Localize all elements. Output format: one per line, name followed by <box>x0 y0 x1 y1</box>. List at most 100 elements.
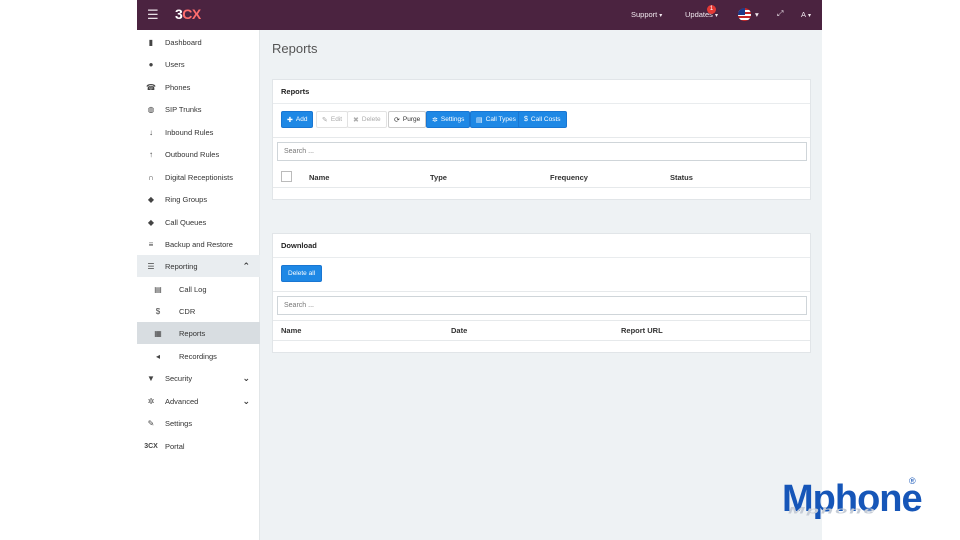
sidebar-item-users[interactable]: ● Users <box>137 53 260 75</box>
column-header-type[interactable]: Type <box>430 173 447 182</box>
divider <box>273 187 810 188</box>
document-icon: ▤ <box>476 116 483 124</box>
refresh-icon: ⟳ <box>394 116 400 124</box>
download-panel-title: Download <box>273 234 810 258</box>
sidebar-item-portal[interactable]: 3CX Portal <box>137 435 260 457</box>
brand-reflection: Mphone <box>788 506 877 516</box>
sidebar-item-call-log[interactable]: ▤ Call Log <box>137 278 260 300</box>
sidebar-item-label: Recordings <box>179 351 217 361</box>
sidebar-item-label: Users <box>165 59 185 69</box>
sidebar-item-reports[interactable]: ▦ Reports <box>137 322 260 344</box>
download-search-input[interactable]: Search ... <box>277 296 807 315</box>
list-icon: ☰ <box>147 261 155 271</box>
sidebar-item-backup-and-restore[interactable]: ≡ Backup and Restore <box>137 233 260 255</box>
sidebar: ▮ Dashboard ● Users ☎ Phones ◍ SIP Trunks ↓ I… <box>137 30 260 540</box>
call-costs-button[interactable]: $ Call Costs <box>518 111 567 128</box>
close-icon: ✖ <box>353 116 359 124</box>
pencil-icon: ✎ <box>322 116 328 124</box>
add-label: Add <box>295 116 308 123</box>
sidebar-item-dashboard[interactable]: ▮ Dashboard <box>137 31 260 53</box>
globe-icon: ◍ <box>147 104 155 114</box>
sidebar-item-call-queues[interactable]: ◆ Call Queues <box>137 211 260 233</box>
book-icon: ▤ <box>154 284 162 294</box>
sidebar-item-label: Dashboard <box>165 37 202 47</box>
reports-search-input[interactable]: Search ... <box>277 142 807 161</box>
gear-icon: ✲ <box>147 396 155 406</box>
purge-button[interactable]: ⟳ Purge <box>388 111 427 128</box>
divider <box>273 320 810 321</box>
sidebar-item-label: CDR <box>179 306 196 316</box>
caret-down-icon: ▾ <box>659 13 663 19</box>
shield-icon: ▼ <box>147 373 155 383</box>
arrow-up-icon: ↑ <box>149 149 153 159</box>
reports-panel-title: Reports <box>273 80 810 104</box>
page-title: Reports <box>272 41 318 56</box>
sidebar-item-recordings[interactable]: ◂ Recordings <box>137 345 260 367</box>
settings-label: Settings <box>440 116 465 123</box>
caret-down-icon: ▾ <box>714 13 718 19</box>
add-button[interactable]: ✚ Add <box>281 111 314 128</box>
sidebar-item-ring-groups[interactable]: ◆ Ring Groups <box>137 188 260 210</box>
arrow-down-icon: ↓ <box>149 127 153 137</box>
dollar-icon: $ <box>524 116 528 123</box>
sidebar-item-label: Settings <box>165 418 193 428</box>
app-window: ☰ 3CX Support ▾ Updates ▾ 1 ▾ ⤢ A ▾ ▮ Dashbo… <box>137 0 822 540</box>
updates-badge: 1 <box>707 5 716 14</box>
headset-icon: ∩ <box>148 172 154 182</box>
sidebar-item-advanced[interactable]: ✲ Advanced ⌄ <box>137 390 260 412</box>
sidebar-item-settings[interactable]: ✎ Settings <box>137 412 260 434</box>
support-menu[interactable]: Support ▾ <box>631 10 662 19</box>
sidebar-item-label: Backup and Restore <box>165 239 233 249</box>
dollar-icon: $ <box>155 306 161 316</box>
delete-button[interactable]: ✖ Delete <box>347 111 387 128</box>
sidebar-item-label: Reports <box>179 328 206 338</box>
select-all-checkbox[interactable] <box>281 171 292 182</box>
sidebar-item-phones[interactable]: ☎ Phones <box>137 76 260 98</box>
column-header-name[interactable]: Name <box>309 173 329 182</box>
column-header-date[interactable]: Date <box>451 326 467 335</box>
user-icon: ● <box>148 59 154 69</box>
sidebar-item-label: Phones <box>165 82 191 92</box>
sidebar-item-label: Ring Groups <box>165 194 208 204</box>
sidebar-item-label: Inbound Rules <box>165 127 214 137</box>
mphone-logo: Mphone Mphone ® <box>782 476 932 523</box>
sidebar-item-label: SIP Trunks <box>165 104 202 114</box>
us-flag-icon[interactable] <box>738 8 751 21</box>
top-bar: ☰ 3CX Support ▾ Updates ▾ 1 ▾ ⤢ A ▾ <box>137 0 822 30</box>
column-header-name[interactable]: Name <box>281 326 301 335</box>
edit-button[interactable]: ✎ Edit <box>316 111 349 128</box>
call-types-label: Call Types <box>485 116 516 123</box>
database-icon: ≡ <box>148 239 154 249</box>
sidebar-item-security[interactable]: ▼ Security ⌄ <box>137 367 260 389</box>
3cx-icon: 3CX <box>144 442 158 450</box>
sidebar-item-reporting[interactable]: ☰ Reporting ⌃ <box>137 255 260 277</box>
column-header-status[interactable]: Status <box>670 173 693 182</box>
delete-all-button[interactable]: Delete all <box>281 265 323 282</box>
column-header-report-url[interactable]: Report URL <box>621 326 663 335</box>
sidebar-item-digital-receptionists[interactable]: ∩ Digital Receptionists <box>137 166 260 188</box>
divider <box>273 291 810 292</box>
logo-cx: CX <box>182 6 201 22</box>
chevron-down-icon: ⌄ <box>242 395 250 406</box>
sidebar-item-label: Portal <box>165 441 185 451</box>
delete-all-label: Delete all <box>288 270 316 277</box>
sidebar-item-inbound-rules[interactable]: ↓ Inbound Rules <box>137 121 260 143</box>
call-types-button[interactable]: ▤ Call Types <box>470 111 522 128</box>
expand-icon[interactable]: ⤢ <box>777 9 783 19</box>
gear-icon: ✲ <box>432 116 438 124</box>
sidebar-item-cdr[interactable]: $ CDR <box>137 300 260 322</box>
delete-label: Delete <box>361 116 381 123</box>
app-logo[interactable]: 3CX <box>175 6 201 22</box>
sidebar-item-sip-trunks[interactable]: ◍ SIP Trunks <box>137 98 260 120</box>
sidebar-item-label: Reporting <box>165 261 198 271</box>
hamburger-icon[interactable]: ☰ <box>147 7 159 23</box>
group-icon: ◆ <box>147 194 155 204</box>
account-menu[interactable]: A ▾ <box>801 10 811 19</box>
caret-down-icon[interactable]: ▾ <box>755 10 759 19</box>
report-icon: ▦ <box>154 328 162 338</box>
reports-panel: Reports ✚ Add ✎ Edit ✖ Delete ⟳ Purge ✲ Setti… <box>272 79 811 200</box>
column-header-frequency[interactable]: Frequency <box>550 173 588 182</box>
sidebar-item-label: Call Log <box>179 284 207 294</box>
sidebar-item-outbound-rules[interactable]: ↑ Outbound Rules <box>137 143 260 165</box>
settings-button[interactable]: ✲ Settings <box>426 111 471 128</box>
